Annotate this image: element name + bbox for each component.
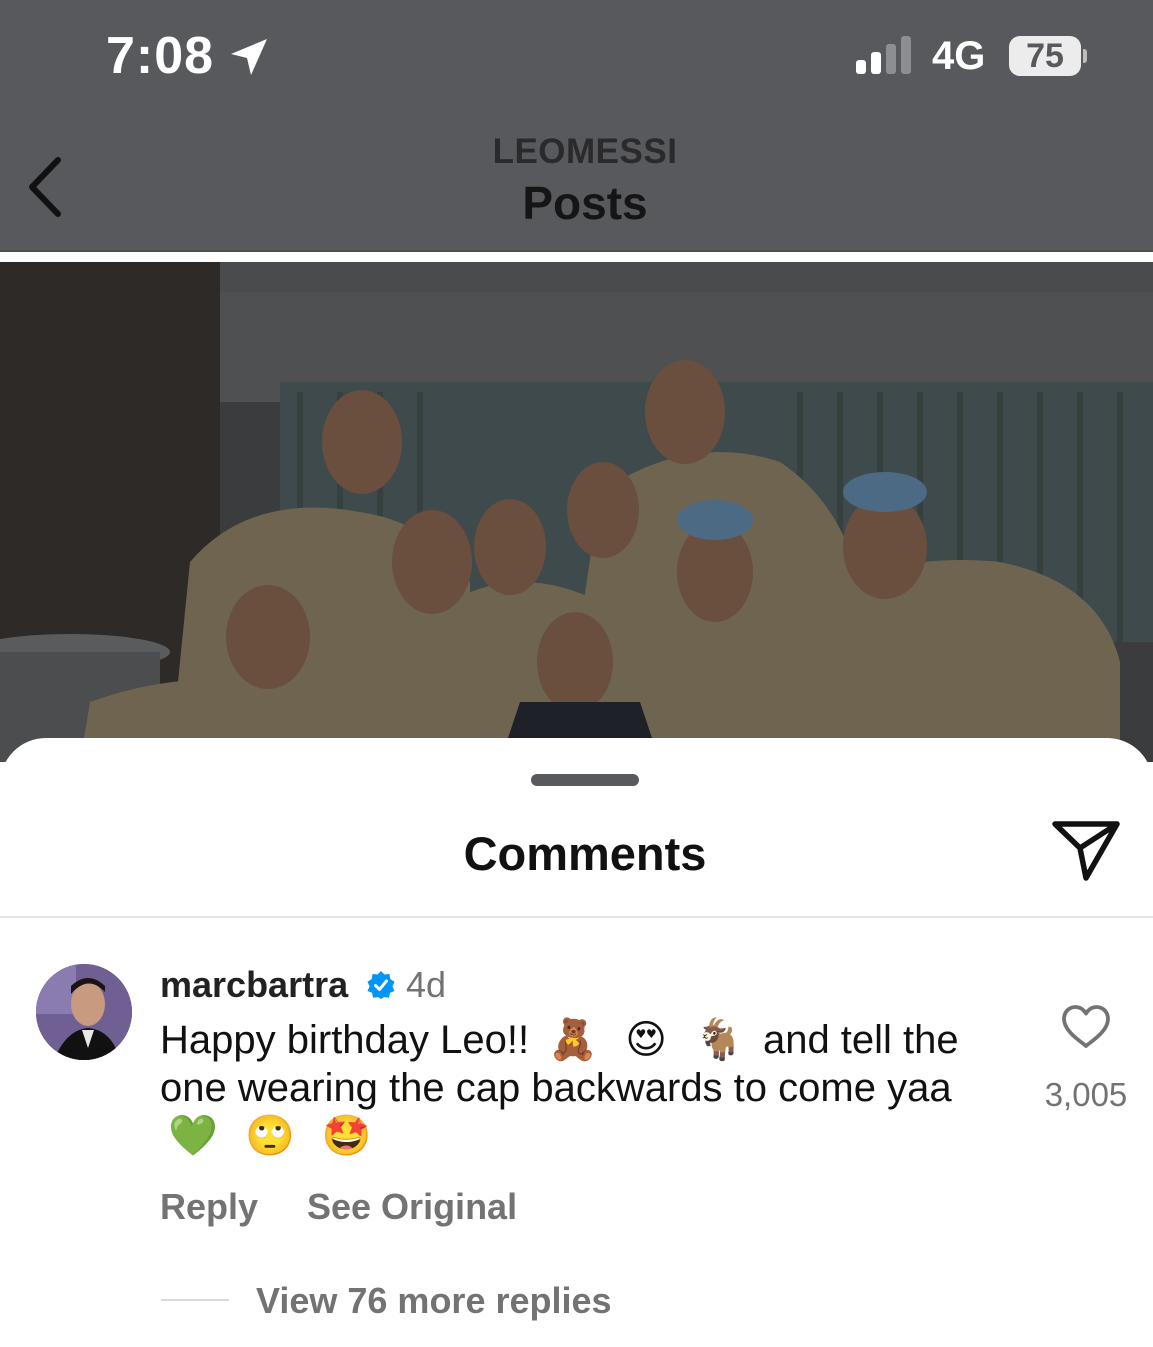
page-title: Posts bbox=[522, 177, 648, 229]
divider bbox=[0, 916, 1153, 918]
avatar-photo bbox=[36, 964, 132, 1060]
verified-badge-icon bbox=[367, 971, 395, 999]
teddy-bear-emoji: 🧸 bbox=[548, 1018, 599, 1062]
cellular-signal-icon bbox=[856, 36, 911, 74]
comments-title: Comments bbox=[463, 827, 707, 880]
avatar[interactable] bbox=[36, 964, 132, 1060]
like-count: 3,005 bbox=[1044, 1076, 1128, 1113]
goat-emoji: 🐐 bbox=[694, 1018, 744, 1062]
replies-divider-line bbox=[161, 1299, 229, 1301]
nav-account-name: LEOMESSI bbox=[492, 132, 678, 171]
green-heart-emoji: 💚 bbox=[168, 1114, 218, 1158]
view-more-replies-button[interactable]: View 76 more replies bbox=[256, 1280, 612, 1322]
status-bar: 7:08 4G 75 bbox=[0, 0, 1153, 110]
heart-icon[interactable] bbox=[1060, 1004, 1112, 1050]
post-image[interactable] bbox=[0, 262, 1153, 762]
group-photo-illustration bbox=[0, 262, 1153, 762]
status-time: 7:08 bbox=[106, 27, 215, 85]
send-icon[interactable] bbox=[1050, 818, 1122, 884]
location-arrow-icon bbox=[231, 39, 267, 75]
battery-level: 75 bbox=[1026, 37, 1064, 75]
network-type: 4G bbox=[932, 34, 986, 78]
eye-roll-emoji: 🙄 bbox=[244, 1114, 295, 1158]
reply-button[interactable]: Reply bbox=[160, 1186, 258, 1228]
comment-time: 4d bbox=[406, 964, 447, 1005]
see-original-button[interactable]: See Original bbox=[307, 1186, 517, 1228]
comments-sheet: Comments marcbartra 4d Happy birthday Le… bbox=[0, 738, 1153, 1347]
battery-icon: 75 bbox=[1009, 36, 1087, 76]
comment-username[interactable]: marcbartra bbox=[160, 964, 348, 1006]
drag-handle[interactable] bbox=[531, 774, 639, 786]
comment-text: Happy birthday Leo!! 🧸 😍 🐐 and tell the … bbox=[160, 1016, 980, 1160]
nav-bar: LEOMESSI Posts bbox=[0, 110, 1153, 252]
comment-text-part1: Happy birthday Leo!! bbox=[160, 1018, 530, 1062]
star-struck-emoji: 🤩 bbox=[321, 1114, 372, 1158]
heart-eyes-emoji: 😍 bbox=[625, 1018, 667, 1062]
